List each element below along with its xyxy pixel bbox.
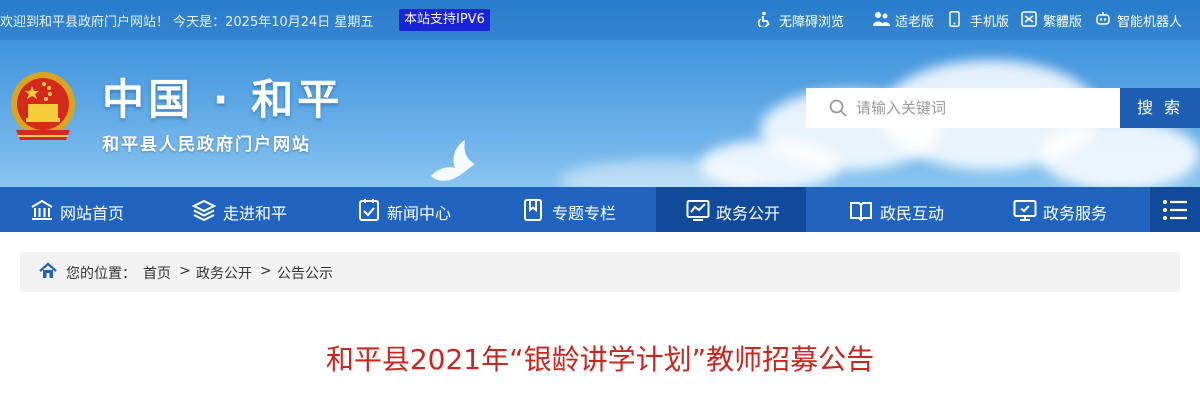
welcome-text: 欢迎到和平县政府门户网站！ 今天是：2025年10月24日 星期五 (0, 15, 374, 30)
search-input[interactable] (856, 88, 1106, 128)
search-box (806, 88, 1120, 128)
mobile-version-label: 手机版 (970, 15, 1010, 30)
breadcrumb-announcements[interactable]: 公告公示 (277, 263, 333, 283)
nav-item-topics-label: 专题专栏 (552, 204, 617, 223)
accessibility-icon (757, 11, 770, 27)
menu-icon (1163, 200, 1187, 220)
nav-item-interaction-label: 政民互动 (880, 204, 945, 223)
service-screen-icon (1013, 200, 1037, 221)
top-bar: 欢迎到和平县政府门户网站！ 今天是：2025年10月24日 星期五 本站支持IP… (0, 0, 1200, 40)
nav-item-services-label: 政务服务 (1043, 204, 1108, 223)
nav-item-interaction[interactable]: 政民互动 (806, 187, 986, 232)
mobile-icon (949, 11, 960, 27)
breadcrumb-separator: > (260, 263, 272, 279)
search-icon (829, 99, 847, 117)
site-title: 中国 · 和平 (102, 75, 344, 124)
nav-item-news-label: 新闻中心 (387, 204, 452, 223)
elderly-icon (873, 12, 890, 26)
elderly-version-label: 适老版 (895, 15, 935, 30)
breadcrumb: 您的位置： 首页 > 政务公开 > 公告公示 (20, 252, 1180, 292)
breadcrumb-prefix: 您的位置： (66, 266, 136, 282)
nav-item-news[interactable]: 新闻中心 (320, 187, 490, 232)
traditional-chinese-label: 繁體版 (1043, 15, 1083, 30)
home-icon (39, 262, 57, 278)
ipv6-badge: 本站支持IPV6 (399, 9, 490, 31)
robot-label: 智能机器人 (1117, 15, 1183, 30)
nav-menu-button[interactable] (1150, 187, 1200, 232)
nav-item-services[interactable]: 政务服务 (986, 187, 1150, 232)
nav-item-gov-affairs[interactable]: 政务公开 (656, 187, 806, 232)
accessibility-link-label: 无障碍浏览 (779, 15, 845, 30)
dove-illustration (431, 140, 475, 181)
nav-item-home[interactable]: 网站首页 (0, 187, 160, 232)
nav-item-gov-affairs-label: 政务公开 (716, 204, 781, 223)
nav-item-topics[interactable]: 专题专栏 (490, 187, 656, 232)
site-subtitle: 和平县人民政府门户网站 (102, 135, 311, 155)
national-emblem-logo (11, 72, 75, 140)
header-banner: 欢迎到和平县政府门户网站！ 今天是：2025年10月24日 星期五 本站支持IP… (0, 0, 1200, 187)
home-building-icon (31, 199, 53, 220)
traditional-chinese-icon (1021, 11, 1037, 27)
layers-icon (192, 199, 216, 222)
chart-screen-icon (686, 200, 710, 221)
search-button[interactable]: 搜 索 (1120, 88, 1200, 128)
bookmark-icon (524, 199, 542, 221)
nav-item-about[interactable]: 走进和平 (160, 187, 320, 232)
breadcrumb-home[interactable]: 首页 (143, 263, 171, 283)
article-title: 和平县2021年“银龄讲学计划”教师招募公告 (325, 343, 875, 376)
nav-item-home-label: 网站首页 (60, 204, 125, 223)
news-icon (359, 199, 379, 221)
breadcrumb-separator: > (179, 263, 191, 279)
robot-icon (1096, 12, 1110, 25)
main-nav: 网站首页 走进和平 新闻中心 专题专栏 政务公开 政民互动 政务服务 (0, 187, 1200, 232)
breadcrumb-gov-affairs[interactable]: 政务公开 (196, 263, 252, 283)
book-icon (850, 202, 872, 222)
nav-item-about-label: 走进和平 (223, 204, 288, 223)
